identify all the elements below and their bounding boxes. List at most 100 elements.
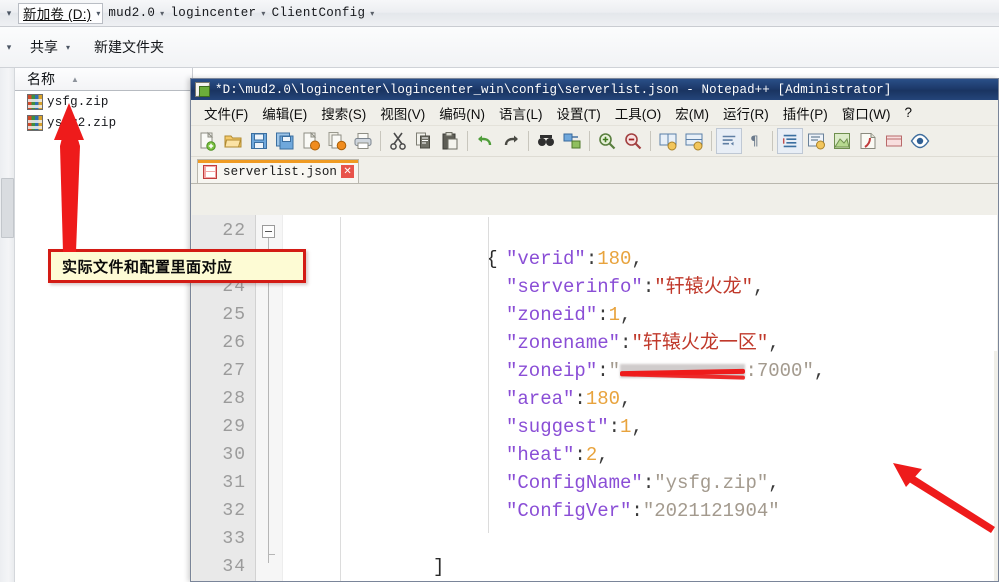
code-token: : — [586, 248, 597, 270]
zoom-out-icon[interactable] — [620, 128, 646, 154]
sync-horizontal-scroll-icon[interactable] — [681, 128, 707, 154]
line-number: 28 — [192, 385, 255, 413]
code-token: , — [597, 444, 608, 466]
undo-icon[interactable] — [472, 128, 498, 154]
explorer-navigation-scrollbar[interactable] — [0, 68, 15, 582]
folder-as-workspace-icon[interactable] — [881, 128, 907, 154]
fold-end-tick — [268, 554, 275, 555]
line-number: 33 — [192, 525, 255, 553]
chevron-down-icon[interactable]: ▾ — [261, 9, 265, 18]
new-folder-label: 新建文件夹 — [94, 37, 164, 57]
code-token: "verid" — [506, 248, 586, 270]
redo-icon[interactable] — [498, 128, 524, 154]
open-folder-icon[interactable] — [220, 128, 246, 154]
organize-overflow-caret-icon[interactable]: ▾ — [0, 42, 18, 53]
file-name-label: ysfg.zip — [47, 95, 109, 109]
close-icon[interactable]: ✕ — [341, 165, 354, 178]
cut-icon[interactable] — [385, 128, 411, 154]
replace-icon[interactable] — [559, 128, 585, 154]
explorer-command-bar: ▾ 共享 ▾ 新建文件夹 — [0, 27, 999, 68]
tab-serverlist-json[interactable]: serverlist.json ✕ — [197, 159, 359, 183]
menu-file[interactable]: 文件(F) — [197, 101, 255, 125]
close-file-icon[interactable] — [298, 128, 324, 154]
line-number: 30 — [192, 441, 255, 469]
menu-search[interactable]: 搜索(S) — [314, 101, 373, 125]
paste-icon[interactable] — [437, 128, 463, 154]
code-token: "2021121904" — [643, 500, 780, 522]
address-back-caret-icon[interactable]: ▾ — [0, 9, 16, 18]
print-icon[interactable] — [350, 128, 376, 154]
list-item[interactable]: ysfg.zip — [15, 91, 192, 112]
find-icon[interactable] — [533, 128, 559, 154]
zoom-in-icon[interactable] — [594, 128, 620, 154]
code-token: "ConfigName" — [506, 472, 643, 494]
sync-vertical-scroll-icon[interactable] — [655, 128, 681, 154]
code-token: :7000" — [745, 360, 813, 382]
zip-archive-icon — [27, 115, 43, 131]
word-wrap-icon[interactable] — [716, 128, 742, 154]
code-token: , — [631, 416, 642, 438]
chevron-down-icon[interactable]: ▾ — [370, 9, 374, 18]
code-token: "zoneid" — [506, 304, 597, 326]
list-item[interactable]: ysfg2.zip — [15, 112, 192, 133]
code-token: : — [597, 360, 608, 382]
code-line: "suggest":1, — [283, 413, 997, 441]
monitoring-icon[interactable] — [907, 128, 933, 154]
code-token: ] — [433, 556, 444, 578]
menu-help[interactable]: ? — [897, 103, 919, 122]
show-document-map-icon[interactable] — [829, 128, 855, 154]
notepad-editor-area[interactable]: 22 23 24 25 26 27 28 29 30 31 32 33 34 3… — [192, 215, 997, 581]
indent-guide — [488, 217, 489, 533]
code-token: "suggest" — [506, 416, 609, 438]
breadcrumb-clientconfig[interactable]: ClientConfig ▾ — [267, 3, 376, 23]
save-icon[interactable] — [246, 128, 272, 154]
chevron-down-icon[interactable]: ▾ — [66, 43, 70, 52]
breadcrumb-mud20[interactable]: mud2.0 ▾ — [103, 3, 165, 23]
menu-view[interactable]: 视图(V) — [373, 101, 432, 125]
explorer-address-bar: ▾ 新加卷 (D:) ▾ mud2.0 ▾ logincenter ▾ Clie… — [0, 0, 999, 27]
fold-collapse-icon[interactable] — [262, 225, 275, 238]
line-number: 27 — [192, 357, 255, 385]
address-volume-crumb[interactable]: 新加卷 (D:) ▾ — [18, 3, 103, 24]
breadcrumb-label: ClientConfig — [272, 6, 366, 20]
menu-settings[interactable]: 设置(T) — [550, 101, 608, 125]
user-defined-language-icon[interactable] — [803, 128, 829, 154]
code-line: { — [283, 217, 997, 245]
code-text-area[interactable]: { "verid":180, "serverinfo":"轩辕火龙", "zon… — [283, 215, 997, 581]
code-token: 180 — [597, 248, 631, 270]
menu-language[interactable]: 语言(L) — [492, 101, 550, 125]
line-number: 34 — [192, 553, 255, 581]
menu-encoding[interactable]: 编码(N) — [432, 101, 492, 125]
notepad-plus-plus-icon — [195, 82, 210, 97]
close-all-files-icon[interactable] — [324, 128, 350, 154]
chevron-down-icon[interactable]: ▾ — [96, 9, 100, 18]
breadcrumb-logincenter[interactable]: logincenter ▾ — [166, 3, 267, 23]
new-folder-button[interactable]: 新建文件夹 — [82, 34, 176, 60]
breadcrumb-label: logincenter — [171, 6, 257, 20]
menu-run[interactable]: 运行(R) — [716, 101, 776, 125]
column-header-name[interactable]: 名称 ▲ — [15, 68, 192, 91]
scrollbar-thumb[interactable] — [1, 178, 14, 238]
menu-tools[interactable]: 工具(O) — [608, 101, 669, 125]
notepad-menu-bar: 文件(F) 编辑(E) 搜索(S) 视图(V) 编码(N) 语言(L) 设置(T… — [191, 100, 998, 126]
code-line: "ConfigName":"ysfg.zip", — [283, 469, 997, 497]
menu-macro[interactable]: 宏(M) — [668, 101, 716, 125]
menu-plugins[interactable]: 插件(P) — [776, 101, 835, 125]
new-file-icon[interactable] — [194, 128, 220, 154]
explorer-file-list-pane: 名称 ▲ ysfg.zip ysfg2.zip — [15, 68, 193, 582]
code-token: "zoneip" — [506, 360, 597, 382]
code-line: "zoneip":"REDACTED-IP:7000", — [283, 357, 997, 385]
show-all-characters-icon[interactable]: ¶ — [742, 128, 768, 154]
copy-icon[interactable] — [411, 128, 437, 154]
code-token: "zonename" — [506, 332, 620, 354]
menu-edit[interactable]: 编辑(E) — [255, 101, 314, 125]
indent-guide-icon[interactable] — [777, 128, 803, 154]
redacted-ip-value: REDACTED-IP — [620, 360, 745, 382]
share-with-button[interactable]: 共享 ▾ — [18, 34, 82, 60]
function-list-icon[interactable] — [855, 128, 881, 154]
line-number: 26 — [192, 329, 255, 357]
save-all-icon[interactable] — [272, 128, 298, 154]
menu-window[interactable]: 窗口(W) — [835, 101, 898, 125]
chevron-down-icon[interactable]: ▾ — [160, 9, 164, 18]
saved-document-icon — [203, 165, 217, 179]
